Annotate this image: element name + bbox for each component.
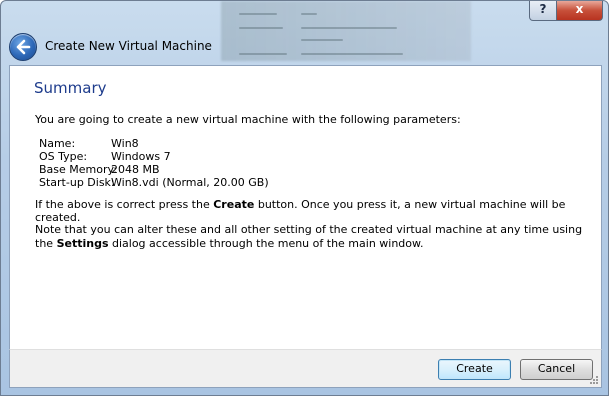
window-title: Create New Virtual Machine: [45, 39, 212, 53]
param-value: 2048 MB: [111, 163, 160, 176]
param-row: Base Memory:2048 MB: [39, 163, 269, 176]
help-icon: ?: [539, 2, 547, 16]
param-row: Name: Win8: [39, 137, 269, 150]
param-label: Start-up Disk:: [39, 176, 115, 189]
title-row: Create New Virtual Machine: [1, 25, 608, 65]
param-label: OS Type:: [39, 150, 88, 163]
param-label: Base Memory:: [39, 163, 117, 176]
create-button[interactable]: Create: [438, 359, 511, 380]
param-row: OS Type: Windows 7: [39, 150, 269, 163]
param-row: Start-up Disk:Win8.vdi (Normal, 20.00 GB…: [39, 176, 269, 189]
wizard-window: ? x Create New Virtual Machine Summary Y…: [0, 0, 609, 396]
parameter-list: Name: Win8 OS Type: Windows 7 Base Memory:…: [39, 137, 269, 189]
cancel-button[interactable]: Cancel: [520, 359, 593, 380]
button-bar: Create Cancel: [9, 349, 602, 388]
confirm-text: If the above is correct press the Create…: [35, 198, 601, 224]
background-blur-line: [301, 13, 317, 15]
param-value: Windows 7: [111, 150, 171, 163]
param-value: Win8: [111, 137, 139, 150]
close-icon: x: [575, 2, 584, 16]
confirm-text-bold: Create: [213, 198, 255, 211]
back-arrow-icon: [16, 39, 31, 55]
close-button[interactable]: x: [556, 1, 603, 21]
back-button[interactable]: [9, 33, 37, 61]
note-text: Note that you can alter these and all ot…: [35, 223, 595, 251]
param-label: Name:: [39, 137, 76, 150]
note-text-suffix: dialog accessible through the menu of th…: [108, 237, 424, 250]
intro-text: You are going to create a new virtual ma…: [35, 113, 461, 126]
background-blur-line: [239, 13, 277, 15]
page-heading: Summary: [34, 79, 107, 97]
confirm-text-prefix: If the above is correct press the: [35, 198, 214, 211]
wizard-page: Summary You are going to create a new vi…: [9, 65, 602, 351]
param-value: Win8.vdi (Normal, 20.00 GB): [111, 176, 269, 189]
resize-grip-icon[interactable]: [589, 375, 599, 385]
help-button[interactable]: ?: [529, 1, 557, 21]
note-text-bold: Settings: [56, 237, 109, 250]
